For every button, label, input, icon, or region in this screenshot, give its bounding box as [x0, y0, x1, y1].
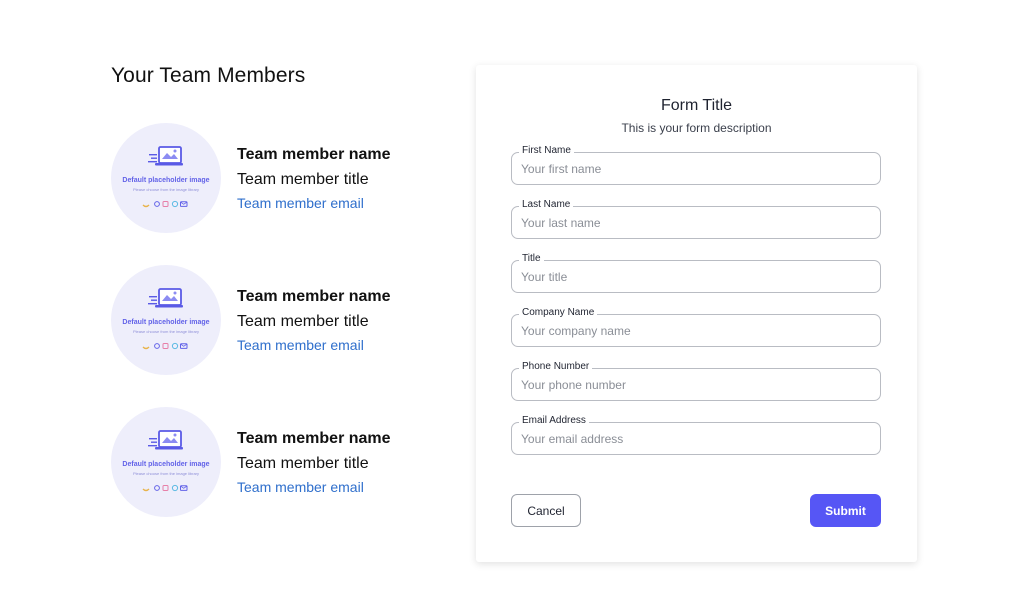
submit-button[interactable]: Submit: [810, 494, 881, 527]
member-title: Team member title: [237, 171, 369, 188]
title-field: Title: [511, 253, 881, 293]
placeholder-subtitle: Please choose from the image library: [132, 329, 200, 334]
member-name: Team member name: [237, 430, 391, 447]
title-input[interactable]: [521, 268, 871, 286]
email-address-input[interactable]: [521, 430, 871, 448]
company-name-input[interactable]: [521, 322, 871, 340]
field-label: Title: [519, 253, 544, 265]
form-description: This is your form description: [621, 121, 772, 135]
form-title: Form Title: [660, 97, 733, 114]
last-name-field: Last Name: [511, 199, 881, 239]
avatar: Default placeholder image Please choose …: [111, 265, 221, 375]
member-title: Team member title: [237, 313, 369, 330]
placeholder-title: Default placeholder image: [122, 461, 210, 468]
member-name: Team member name: [237, 146, 391, 163]
team-member-card: Default placeholder image Please choose …: [111, 265, 441, 375]
member-email-link[interactable]: Team member email: [237, 195, 364, 211]
last-name-input[interactable]: [521, 214, 871, 232]
member-email-link[interactable]: Team member email: [237, 479, 364, 495]
placeholder-title: Default placeholder image: [122, 177, 210, 184]
field-label: Phone Number: [519, 361, 593, 373]
field-label: Last Name: [519, 199, 574, 211]
phone-number-field: Phone Number: [511, 361, 881, 401]
first-name-field: First Name: [511, 145, 881, 185]
field-label: Company Name: [519, 307, 598, 319]
member-title: Team member title: [237, 455, 369, 472]
email-address-field: Email Address: [511, 415, 881, 455]
field-label: First Name: [519, 145, 574, 157]
team-heading: Your Team Members: [111, 64, 306, 87]
cancel-button[interactable]: Cancel: [511, 494, 581, 527]
first-name-input[interactable]: [521, 160, 871, 178]
avatar: Default placeholder image Please choose …: [111, 123, 221, 233]
phone-number-input[interactable]: [521, 376, 871, 394]
member-name: Team member name: [237, 288, 391, 305]
team-member-card: Default placeholder image Please choose …: [111, 407, 441, 517]
team-member-card: Default placeholder image Please choose …: [111, 123, 441, 233]
form-card: Form Title This is your form description…: [476, 65, 917, 562]
placeholder-title: Default placeholder image: [122, 319, 210, 326]
field-label: Email Address: [519, 415, 589, 427]
placeholder-subtitle: Please choose from the image library: [132, 187, 200, 192]
avatar: Default placeholder image Please choose …: [111, 407, 221, 517]
placeholder-subtitle: Please choose from the image library: [132, 471, 200, 476]
member-email-link[interactable]: Team member email: [237, 337, 364, 353]
company-name-field: Company Name: [511, 307, 881, 347]
